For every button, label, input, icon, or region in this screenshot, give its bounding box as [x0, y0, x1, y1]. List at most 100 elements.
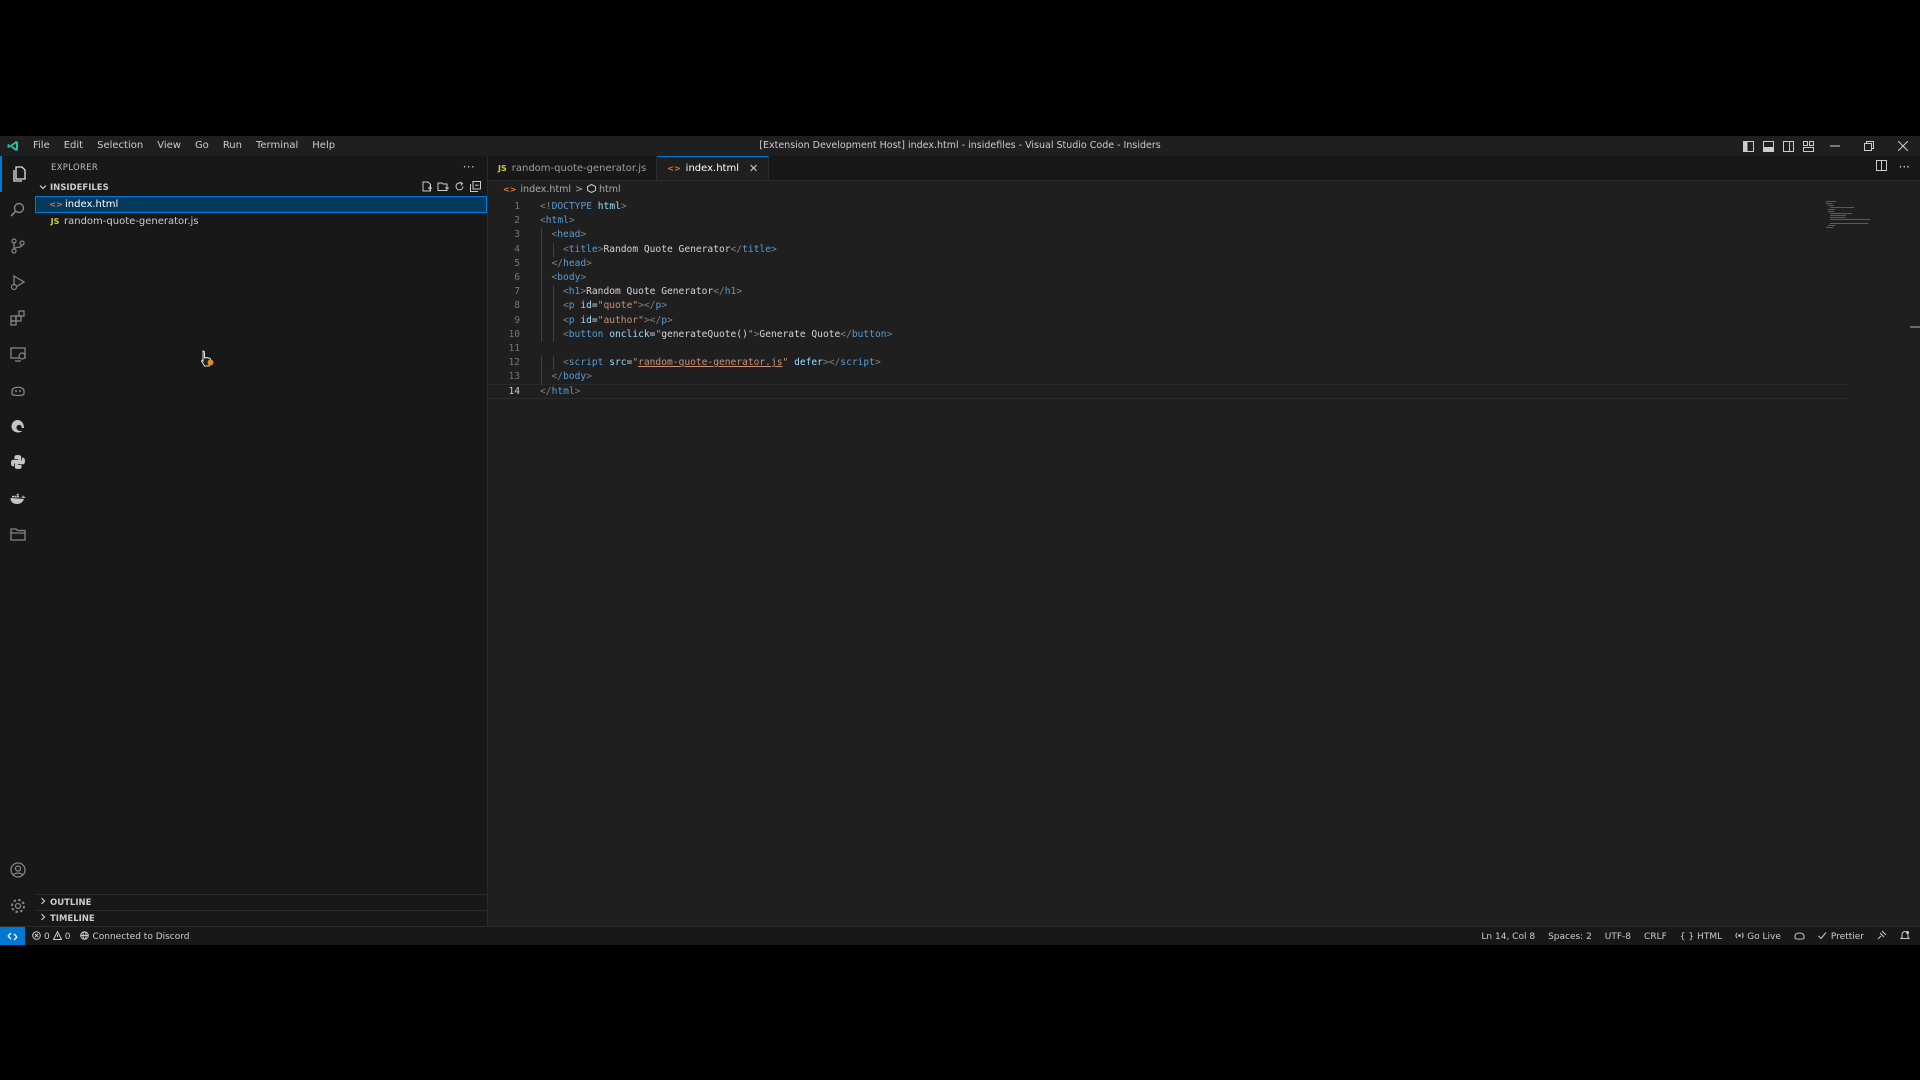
line-number: 8 — [514, 300, 520, 312]
toggle-primary-sidebar-icon[interactable] — [1738, 136, 1758, 156]
menu-run[interactable]: Run — [216, 136, 249, 156]
timeline-section[interactable]: TIMELINE — [35, 910, 487, 926]
toggle-secondary-sidebar-icon[interactable] — [1778, 136, 1798, 156]
code-token: > — [667, 314, 673, 326]
tab-index-html[interactable]: <> index.html ✕ — [657, 156, 770, 180]
minimize-icon[interactable] — [1818, 136, 1852, 156]
indent-guide — [552, 356, 554, 371]
edge-devtools-icon[interactable] — [0, 408, 35, 444]
menu-terminal[interactable]: Terminal — [249, 136, 305, 156]
code-line[interactable]: 13 </body> — [488, 370, 1848, 385]
code-line[interactable]: 14 </html> — [488, 384, 1848, 399]
project-manager-icon[interactable] — [0, 516, 35, 552]
code-line[interactable]: 12 <script src="random-quote-generator.js… — [488, 356, 1848, 371]
source-control-icon[interactable] — [0, 228, 35, 264]
chevron-right-icon — [39, 913, 47, 924]
remote-indicator-icon[interactable] — [0, 927, 25, 945]
language-label: HTML — [1697, 931, 1723, 942]
code-token: html — [597, 201, 621, 212]
menu-go[interactable]: Go — [188, 136, 216, 156]
copilot-icon[interactable] — [0, 372, 35, 408]
folder-insidefiles[interactable]: INSIDEFILES — [35, 180, 487, 196]
remote-explorer-icon[interactable] — [0, 336, 35, 372]
code-token: > — [580, 271, 587, 283]
code-line[interactable]: 10 <button onclick="generateQuote()">Gene… — [488, 327, 1848, 342]
code-line[interactable]: 9 <p id="author"></p> — [488, 313, 1848, 328]
prettier-status[interactable]: Prettier — [1818, 931, 1864, 943]
feedback-icon[interactable] — [1877, 930, 1887, 943]
file-index-html[interactable]: <> index.html — [35, 196, 487, 213]
more-actions-icon[interactable]: ··· — [463, 160, 475, 174]
menu-selection[interactable]: Selection — [90, 136, 150, 156]
docker-icon[interactable] — [0, 480, 35, 516]
new-folder-icon[interactable] — [437, 181, 449, 195]
indent-guide — [541, 356, 542, 371]
tab-random-quote-generator-js[interactable]: JS random-quote-generator.js — [488, 156, 658, 180]
search-icon[interactable] — [0, 192, 35, 228]
indent-guide — [541, 228, 542, 243]
restore-icon[interactable] — [1852, 136, 1886, 156]
refresh-icon[interactable] — [454, 181, 465, 195]
menu-file[interactable]: File — [26, 136, 57, 156]
code-line[interactable]: 1 <!DOCTYPE html> — [488, 200, 1848, 214]
language-mode[interactable]: { } HTML — [1680, 932, 1722, 942]
indent-guide — [552, 242, 554, 257]
code-token[interactable]: random-quote-generator.js — [638, 357, 782, 368]
new-file-icon[interactable] — [421, 181, 432, 195]
extensions-icon[interactable] — [0, 300, 35, 336]
cursor-position[interactable]: Ln 14, Col 8 — [1481, 932, 1535, 942]
accounts-icon[interactable] — [0, 852, 35, 888]
python-icon[interactable] — [0, 444, 35, 480]
code-token: " — [782, 357, 795, 369]
line-number: 1 — [514, 201, 520, 212]
broadcast-icon — [1735, 931, 1744, 943]
minimap[interactable] — [1824, 200, 1872, 230]
explorer-title: EXPLORER — [51, 163, 99, 173]
copilot-status-icon[interactable] — [1794, 930, 1805, 943]
menu-view[interactable]: View — [150, 136, 188, 156]
code-line[interactable]: 3 <head> — [488, 228, 1848, 243]
discord-status[interactable]: Connected to Discord — [80, 930, 190, 943]
customize-layout-icon[interactable] — [1798, 136, 1818, 156]
prettier-label: Prettier — [1830, 931, 1864, 942]
close-tab-icon[interactable]: ✕ — [749, 162, 758, 175]
file-name: index.html — [65, 199, 119, 210]
outline-section[interactable]: OUTLINE — [35, 894, 487, 910]
menu-edit[interactable]: Edit — [57, 136, 90, 156]
code-token: body — [557, 271, 581, 283]
breadcrumb-symbol[interactable]: html — [599, 184, 621, 195]
code-line[interactable]: 5 </head> — [488, 256, 1848, 271]
problems-indicator[interactable]: 0 0 — [32, 929, 70, 943]
toggle-panel-icon[interactable] — [1758, 136, 1778, 156]
notifications-bell-icon[interactable] — [1899, 930, 1911, 943]
code-text: <html> — [540, 214, 575, 228]
settings-gear-icon[interactable] — [0, 888, 35, 924]
code-editor[interactable]: 1 <!DOCTYPE html> 2 <html> 3 <head> 4 <title>Ra… — [488, 200, 1848, 399]
breadcrumb-file[interactable]: index.html — [520, 184, 571, 195]
code-line[interactable]: 2 <html> — [488, 214, 1848, 228]
explorer-icon[interactable] — [0, 156, 37, 192]
file-random-quote-generator-js[interactable]: JS random-quote-generator.js — [35, 213, 487, 230]
go-live-button[interactable]: Go Live — [1735, 931, 1781, 943]
more-actions-icon[interactable]: ··· — [1899, 160, 1910, 174]
end-of-line[interactable]: CRLF — [1644, 932, 1667, 942]
split-editor-icon[interactable] — [1875, 160, 1887, 174]
collapse-all-icon[interactable] — [470, 181, 481, 195]
chevron-right-icon — [39, 897, 47, 908]
close-window-icon[interactable] — [1886, 136, 1920, 156]
code-token: > — [770, 243, 777, 255]
indentation[interactable]: Spaces: 2 — [1548, 932, 1592, 942]
code-line[interactable]: 11 — [488, 342, 1848, 356]
menu-help[interactable]: Help — [305, 136, 342, 156]
line-number: 12 — [508, 357, 520, 369]
scrollbar-marker[interactable] — [1910, 326, 1920, 328]
js-file-icon: JS — [498, 163, 507, 173]
code-text: <!DOCTYPE html> — [540, 200, 627, 214]
indent-guide — [541, 327, 542, 342]
code-line[interactable]: 7 <h1>Random Quote Generator</h1> — [488, 285, 1848, 300]
code-line[interactable]: 4 <title>Random Quote Generator</title> — [488, 242, 1848, 257]
run-debug-icon[interactable] — [0, 264, 35, 300]
encoding[interactable]: UTF-8 — [1605, 932, 1631, 942]
code-line[interactable]: 8 <p id="quote"></p> — [488, 299, 1848, 314]
code-line[interactable]: 6 <body> — [488, 270, 1848, 286]
